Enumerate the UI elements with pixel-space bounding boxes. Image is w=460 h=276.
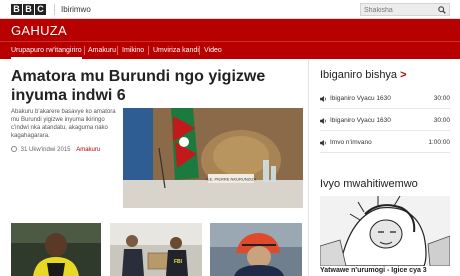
logo-letter: B bbox=[23, 4, 34, 15]
svg-text:FBI: FBI bbox=[174, 259, 183, 265]
speaker-icon bbox=[320, 118, 326, 124]
story-thumbnail[interactable] bbox=[210, 223, 302, 276]
story-thumbnail[interactable]: FBI bbox=[110, 223, 202, 276]
radio-item[interactable]: Ibiganiro Vyacu 1630 30:00 bbox=[320, 89, 450, 109]
main-nav: Urupapuro rw'itangiriro Amakuru Imikino … bbox=[0, 41, 460, 59]
nav-item-video[interactable]: Video bbox=[204, 42, 222, 59]
radio-section-label: Ibiganiro bishya bbox=[320, 69, 398, 81]
logo-letter: C bbox=[35, 4, 46, 15]
story-meta: 31 Ukw'indwi 2015 Amakuru bbox=[11, 146, 100, 153]
radio-item-title: Imvo n'imvano bbox=[330, 139, 372, 146]
clock-icon bbox=[11, 146, 17, 152]
features-section-title[interactable]: Ivyo mwahitiwemwo bbox=[320, 178, 418, 190]
chevron-right-icon: > bbox=[400, 69, 407, 81]
thumbnail-photo: FBI bbox=[110, 223, 202, 276]
nav-divider bbox=[148, 46, 149, 55]
nav-item-home[interactable]: Urupapuro rw'itangiriro bbox=[11, 42, 82, 59]
top-divider bbox=[54, 4, 55, 15]
nav-item-amakuru[interactable]: Amakuru bbox=[88, 42, 116, 59]
story-category-link[interactable]: Amakuru bbox=[76, 147, 100, 153]
radio-item[interactable]: Imvo n'imvano 1:00:00 bbox=[320, 133, 450, 153]
radio-item[interactable]: Ibiganiro Vyacu 1630 30:00 bbox=[320, 111, 450, 131]
nav-divider bbox=[84, 46, 85, 55]
column-divider bbox=[308, 60, 309, 276]
nav-item-imikino[interactable]: Imikino bbox=[122, 42, 144, 59]
logo-letter: B bbox=[11, 4, 22, 15]
feature-caption[interactable]: Yatwawe n'urumogi - Igice cya 3 bbox=[320, 267, 427, 274]
top-bar: B B C Ibirimwo bbox=[0, 0, 460, 19]
feature-image[interactable] bbox=[320, 196, 450, 266]
main-story-headline[interactable]: Amatora mu Burundi ngo yigizwe inyuma in… bbox=[11, 67, 301, 105]
nav-divider bbox=[117, 46, 118, 55]
top-link-ibirimwo[interactable]: Ibirimwo bbox=[61, 5, 91, 14]
brand-bar: GAHUZA bbox=[0, 19, 460, 41]
bbc-logo[interactable]: B B C bbox=[11, 4, 46, 15]
search-box[interactable] bbox=[360, 3, 450, 16]
speaker-icon bbox=[320, 96, 326, 102]
svg-text:H.E. PIERRE NKURUNZIZA: H.E. PIERRE NKURUNZIZA bbox=[206, 177, 257, 182]
search-input[interactable] bbox=[364, 5, 434, 15]
thumbnail-photo bbox=[210, 223, 302, 276]
nav-divider bbox=[199, 46, 200, 55]
nav-item-umviriza-kandi[interactable]: Umviriza kandi bbox=[153, 42, 199, 59]
main-story-image[interactable]: H.E. PIERRE NKURUNZIZA bbox=[123, 108, 303, 208]
site-title[interactable]: GAHUZA bbox=[11, 23, 67, 38]
radio-item-title: Ibiganiro Vyacu 1630 bbox=[330, 95, 391, 102]
press-conference-photo: H.E. PIERRE NKURUNZIZA bbox=[123, 108, 303, 208]
search-icon[interactable] bbox=[438, 6, 446, 14]
speaker-icon bbox=[320, 140, 326, 146]
radio-item-duration: 30:00 bbox=[433, 117, 450, 124]
main-story-summary: Abakuru b'akarere basavye ko amatora mu … bbox=[11, 109, 116, 139]
story-thumbnail[interactable] bbox=[11, 223, 101, 276]
radio-item-duration: 30:00 bbox=[433, 95, 450, 102]
story-date: 31 Ukw'indwi 2015 bbox=[20, 147, 71, 153]
radio-section-title[interactable]: Ibiganiro bishya > bbox=[320, 69, 407, 81]
thumbnail-photo bbox=[11, 223, 101, 276]
radio-item-duration: 1:00:00 bbox=[428, 139, 450, 146]
radio-item-title: Ibiganiro Vyacu 1630 bbox=[330, 117, 391, 124]
illustration bbox=[320, 196, 450, 266]
